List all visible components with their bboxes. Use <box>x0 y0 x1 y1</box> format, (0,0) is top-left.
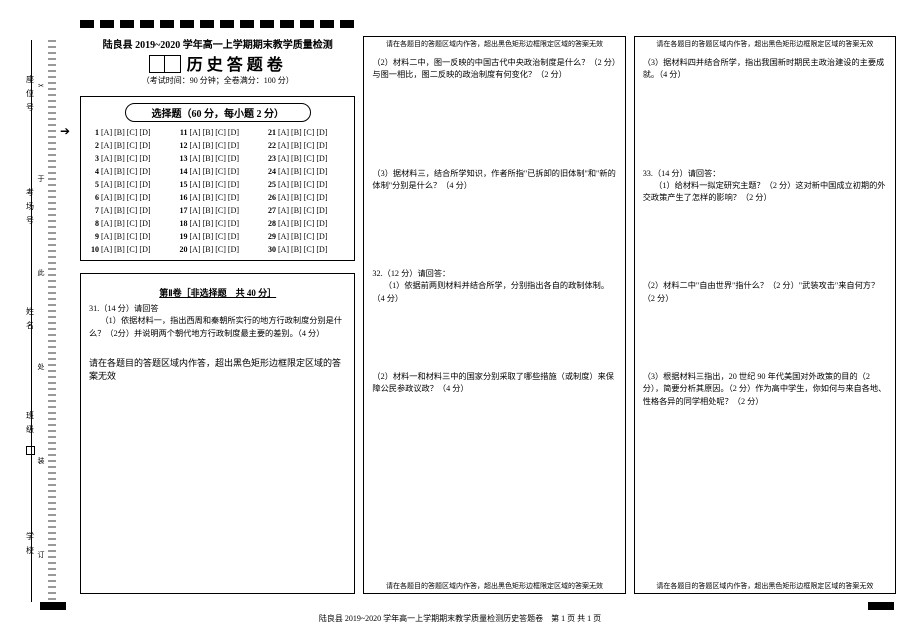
mcq-cell[interactable]: 2 [A] [B] [C] [D] <box>85 139 173 152</box>
mcq-cell[interactable]: 7 [A] [B] [C] [D] <box>85 204 173 217</box>
q33-3: （3）根据材料三指出，20 世纪 90 年代美国对外政策的目的（2 分），简要分… <box>643 371 887 408</box>
page-footer: 陆良县 2019~2020 学年高一上学期期末教学质量检测历史答题卷 第 1 页… <box>0 613 920 624</box>
panel-hint: 请在各题目的答题区域内作答，超出黑色矩形边框限定区域的答案无效 <box>364 581 624 591</box>
column-3: 请在各题目的答题区域内作答，超出黑色矩形边框限定区域的答案无效 （3）据材料四并… <box>634 36 896 594</box>
partII-panel: 第Ⅱ卷［非选择题 共 40 分］ 31.（14 分）请回答 （1）依据材料一，指… <box>80 273 355 594</box>
mcq-cell[interactable]: 6 [A] [B] [C] [D] <box>85 191 173 204</box>
col3-panel: 请在各题目的答题区域内作答，超出黑色矩形边框限定区域的答案无效 （3）据材料四并… <box>634 36 896 594</box>
mcq-cell[interactable]: 25 [A] [B] [C] [D] <box>262 178 350 191</box>
q31-head: 31.（14 分）请回答 <box>89 304 159 313</box>
mcq-cell[interactable]: 17 [A] [B] [C] [D] <box>173 204 261 217</box>
mcq-cell[interactable]: 11 [A] [B] [C] [D] <box>173 126 261 139</box>
scissor-icon: ✂ <box>36 82 46 90</box>
school-exam-line: 陆良县 2019~2020 学年高一上学期期末教学质量检测 <box>80 36 355 51</box>
panel-hint: 请在各题目的答题区域内作答，超出黑色矩形边框限定区域的答案无效 <box>635 581 895 591</box>
mcq-cell[interactable]: 22 [A] [B] [C] [D] <box>262 139 350 152</box>
column-2: 请在各题目的答题区域内作答，超出黑色矩形边框限定区域的答案无效 （2）材料二中，… <box>363 36 625 594</box>
mcq-cell[interactable]: 20 [A] [B] [C] [D] <box>173 243 261 256</box>
q31-1: （1）依据材料一，指出西周和秦朝所实行的地方行政制度分别是什么？（2分）并说明两… <box>89 315 346 340</box>
mcq-cell[interactable]: 9 [A] [B] [C] [D] <box>85 230 173 243</box>
mcq-cell[interactable]: 23 [A] [B] [C] [D] <box>262 152 350 165</box>
top-alignment-marks <box>80 20 354 28</box>
q32-head: 32.（12 分）请回答： <box>372 269 450 278</box>
column-1: 陆良县 2019~2020 学年高一上学期期末教学质量检测 ➔ 历史答题卷 （考… <box>80 36 355 594</box>
q32: 32.（12 分）请回答： （1）依据前两则材料并结合所学，分别指出各自的政制体… <box>372 268 616 305</box>
mcq-cell[interactable]: 8 [A] [B] [C] [D] <box>85 217 173 230</box>
mcq-cell[interactable]: 28 [A] [B] [C] [D] <box>262 217 350 230</box>
align-mark-br <box>868 602 894 610</box>
q31-3: （3）据材料三，结合所学知识，作者所指"已拆卸的旧体制"和"新的体制"分别是什么… <box>372 168 616 193</box>
mcq-cell[interactable]: 10 [A] [B] [C] [D] <box>85 243 173 256</box>
panel-hint-top: 请在各题目的答题区域内作答，超出黑色矩形边框限定区域的答案无效 <box>364 39 624 49</box>
mcq-cell[interactable]: 29 [A] [B] [C] [D] <box>262 230 350 243</box>
mcq-cell[interactable]: 27 [A] [B] [C] [D] <box>262 204 350 217</box>
q31-2: （2）材料二中，图一反映的中国古代中央政治制度是什么？（2 分）与图一相比，图二… <box>372 57 616 82</box>
q32-1: （1）依据前两则材料并结合所学，分别指出各自的政制体制。（4 分） <box>372 280 616 305</box>
binding-stub: ✂ 于 此 处 装 订 座位号 考场号 姓名 班级 学校 <box>6 40 54 602</box>
mcq-cell[interactable]: 21 [A] [B] [C] [D] <box>262 126 350 139</box>
mcq-cell[interactable]: 13 [A] [B] [C] [D] <box>173 152 261 165</box>
mcq-cell[interactable]: 18 [A] [B] [C] [D] <box>173 217 261 230</box>
mcq-cell[interactable]: 30 [A] [B] [C] [D] <box>262 243 350 256</box>
id-boxes[interactable] <box>149 55 181 73</box>
exam-time-line: （考试时间：90 分钟；全卷满分：100 分） <box>80 75 355 86</box>
mcq-cell[interactable]: 26 [A] [B] [C] [D] <box>262 191 350 204</box>
mcq-grid: 1 [A] [B] [C] [D]11 [A] [B] [C] [D]21 [A… <box>85 126 350 256</box>
mcq-cell[interactable]: 15 [A] [B] [C] [D] <box>173 178 261 191</box>
paper-title: 历史答题卷 <box>187 51 287 75</box>
partII-title: 第Ⅱ卷［非选择题 共 40 分］ <box>89 286 346 299</box>
mcq-cell[interactable]: 16 [A] [B] [C] [D] <box>173 191 261 204</box>
q33: 33.（14 分）请回答： （1）给材料一拟定研究主题？（2 分）这对新中国成立… <box>643 168 887 205</box>
mcq-cell[interactable]: 1 [A] [B] [C] [D] <box>85 126 173 139</box>
mcq-cell[interactable]: 12 [A] [B] [C] [D] <box>173 139 261 152</box>
mcq-cell[interactable]: 24 [A] [B] [C] [D] <box>262 165 350 178</box>
mcq-panel: 选择题（60 分，每小题 2 分） 1 [A] [B] [C] [D]11 [A… <box>80 96 355 261</box>
page-columns: 陆良县 2019~2020 学年高一上学期期末教学质量检测 ➔ 历史答题卷 （考… <box>80 36 896 594</box>
align-mark-bl <box>40 602 66 610</box>
q32-2: （2）材料一和材料三中的国家分别采取了哪些措施（或制度）来保障公民参政议政？（4… <box>372 371 616 396</box>
mcq-cell[interactable]: 14 [A] [B] [C] [D] <box>173 165 261 178</box>
q31: 31.（14 分）请回答 （1）依据材料一，指出西周和秦朝所实行的地方行政制度分… <box>89 303 346 340</box>
mcq-cell[interactable]: 5 [A] [B] [C] [D] <box>85 178 173 191</box>
col2-panel: 请在各题目的答题区域内作答，超出黑色矩形边框限定区域的答案无效 （2）材料二中，… <box>363 36 625 594</box>
q33-1: （1）给材料一拟定研究主题？（2 分）这对新中国成立初期的外交政策产生了怎样的影… <box>643 180 887 205</box>
q33-2: （2）材料二中"自由世界"指什么？（2 分）"武装攻击"来自何方？（2 分） <box>643 280 887 305</box>
panel-hint: 请在各题目的答题区域内作答，超出黑色矩形边框限定区域的答案无效 <box>89 356 346 382</box>
mcq-cell[interactable]: 19 [A] [B] [C] [D] <box>173 230 261 243</box>
q31-4: （3）据材料四并结合所学，指出我国新时期民主政治建设的主要成就。（4 分） <box>643 57 887 82</box>
mcq-cell[interactable]: 4 [A] [B] [C] [D] <box>85 165 173 178</box>
arrow-icon: ➔ <box>60 124 70 139</box>
perforation-line <box>48 40 56 602</box>
paper-header: 陆良县 2019~2020 学年高一上学期期末教学质量检测 ➔ 历史答题卷 （考… <box>80 36 355 86</box>
mcq-cell[interactable]: 3 [A] [B] [C] [D] <box>85 152 173 165</box>
panel-hint-top: 请在各题目的答题区域内作答，超出黑色矩形边框限定区域的答案无效 <box>635 39 895 49</box>
mcq-title: 选择题（60 分，每小题 2 分） <box>125 103 311 122</box>
perforation-chars: ✂ 于 此 处 装 订 <box>36 40 46 602</box>
q33-head: 33.（14 分）请回答： <box>643 169 721 178</box>
